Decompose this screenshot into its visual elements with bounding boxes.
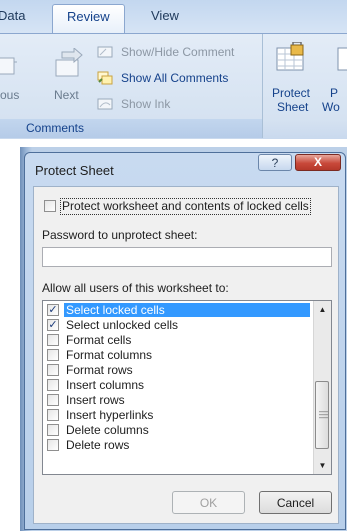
- next-comment-button[interactable]: Next: [48, 48, 88, 104]
- permission-checkbox[interactable]: [47, 349, 59, 361]
- permission-label: Insert rows: [66, 393, 125, 407]
- previous-comment-button[interactable]: ous: [0, 48, 40, 104]
- ok-button[interactable]: OK: [172, 491, 245, 514]
- permissions-list[interactable]: ✓ Select locked cells ✓ Select unlocked …: [42, 300, 332, 475]
- show-all-comments-label: Show All Comments: [121, 71, 229, 85]
- password-input[interactable]: [42, 247, 332, 267]
- previous-comment-icon: [0, 57, 17, 75]
- permission-label: Insert hyperlinks: [66, 408, 154, 422]
- permission-checkbox[interactable]: [47, 364, 59, 376]
- protect-worksheet-option[interactable]: Protect worksheet and contents of locked…: [42, 198, 334, 215]
- permission-checkbox[interactable]: [47, 424, 59, 436]
- tab-review[interactable]: Review: [52, 4, 125, 33]
- close-icon: X: [313, 155, 322, 169]
- permission-checkbox[interactable]: [47, 334, 59, 346]
- permission-item[interactable]: Format rows: [44, 363, 310, 377]
- protect-workbook-button[interactable]: P Wo: [318, 42, 347, 122]
- protect-sheet-dialog: Protect Sheet ? X Protect worksheet and …: [24, 152, 346, 530]
- permission-item[interactable]: ✓ Select locked cells: [44, 303, 310, 317]
- permission-item[interactable]: Insert columns: [44, 378, 310, 392]
- protect-worksheet-label: Protect worksheet and contents of locked…: [60, 198, 311, 215]
- comments-group: ous Next Show/Hide Comment Show All Comm…: [0, 34, 263, 138]
- protect-sheet-button[interactable]: Protect Sheet: [270, 42, 314, 122]
- permission-label: Delete columns: [66, 423, 149, 437]
- permissions-scrollbar[interactable]: ▲ — — — ▼: [313, 301, 331, 474]
- dialog-body: Protect worksheet and contents of locked…: [33, 186, 339, 524]
- protect-workbook-label-line1: P: [330, 86, 339, 100]
- permission-label: Delete rows: [66, 438, 130, 452]
- scrollbar-grip-icon: — — —: [319, 406, 328, 422]
- protect-workbook-icon: [337, 47, 347, 71]
- permission-checkbox[interactable]: ✓: [47, 304, 59, 316]
- password-label: Password to unprotect sheet:: [42, 228, 198, 242]
- scroll-down-arrow-icon[interactable]: ▼: [314, 457, 331, 474]
- protect-workbook-label-line2: Wo: [322, 100, 340, 114]
- cancel-button[interactable]: Cancel: [259, 491, 332, 514]
- permission-label: Select locked cells: [64, 303, 310, 317]
- permission-label: Format columns: [66, 348, 153, 362]
- show-ink-label: Show Ink: [121, 97, 171, 111]
- permission-label: Format cells: [66, 333, 132, 347]
- permission-checkbox[interactable]: [47, 409, 59, 421]
- permission-label: Select unlocked cells: [66, 318, 179, 332]
- comments-group-label: Comments: [0, 119, 262, 138]
- scroll-up-arrow-icon[interactable]: ▲: [314, 301, 331, 318]
- show-ink-button[interactable]: Show Ink: [97, 94, 170, 114]
- protect-worksheet-checkbox[interactable]: [44, 200, 56, 212]
- show-hide-comment-label: Show/Hide Comment: [121, 45, 235, 59]
- previous-comment-label: ous: [0, 88, 20, 102]
- ribbon-tab-bar: Data Review View: [0, 0, 347, 34]
- permission-item[interactable]: Format columns: [44, 348, 310, 362]
- close-button[interactable]: X: [295, 154, 341, 171]
- permission-checkbox[interactable]: [47, 439, 59, 451]
- protect-sheet-label-line1: Protect: [272, 86, 311, 100]
- show-ink-icon: [97, 98, 113, 110]
- permission-checkbox[interactable]: [47, 394, 59, 406]
- permission-item[interactable]: ✓ Select unlocked cells: [44, 318, 310, 332]
- scrollbar-thumb[interactable]: — — —: [315, 381, 329, 449]
- protect-sheet-icon: [276, 42, 304, 71]
- permission-item[interactable]: Format cells: [44, 333, 310, 347]
- next-comment-icon: [55, 48, 83, 77]
- ribbon: Data Review View ous Next Show/Hide Comm…: [0, 0, 347, 139]
- permission-item[interactable]: Delete rows: [44, 438, 310, 452]
- allow-users-label: Allow all users of this worksheet to:: [42, 281, 229, 295]
- show-hide-comment-icon: [97, 46, 113, 58]
- permission-label: Format rows: [66, 363, 133, 377]
- permission-item[interactable]: Delete columns: [44, 423, 310, 437]
- tab-view[interactable]: View: [151, 8, 179, 23]
- permission-checkbox[interactable]: [47, 379, 59, 391]
- permission-checkbox[interactable]: ✓: [47, 319, 59, 331]
- next-comment-label: Next: [54, 88, 79, 102]
- show-hide-comment-button[interactable]: Show/Hide Comment: [97, 42, 234, 62]
- permission-item[interactable]: Insert rows: [44, 393, 310, 407]
- help-button[interactable]: ?: [258, 154, 292, 171]
- dialog-title: Protect Sheet: [35, 163, 114, 178]
- permission-label: Insert columns: [66, 378, 145, 392]
- permission-item[interactable]: Insert hyperlinks: [44, 408, 310, 422]
- protect-sheet-label-line2: Sheet: [277, 100, 309, 114]
- tab-data[interactable]: Data: [0, 8, 25, 23]
- help-icon: ?: [271, 156, 279, 170]
- show-all-comments-button[interactable]: Show All Comments: [97, 68, 228, 88]
- show-all-comments-icon: [97, 71, 113, 85]
